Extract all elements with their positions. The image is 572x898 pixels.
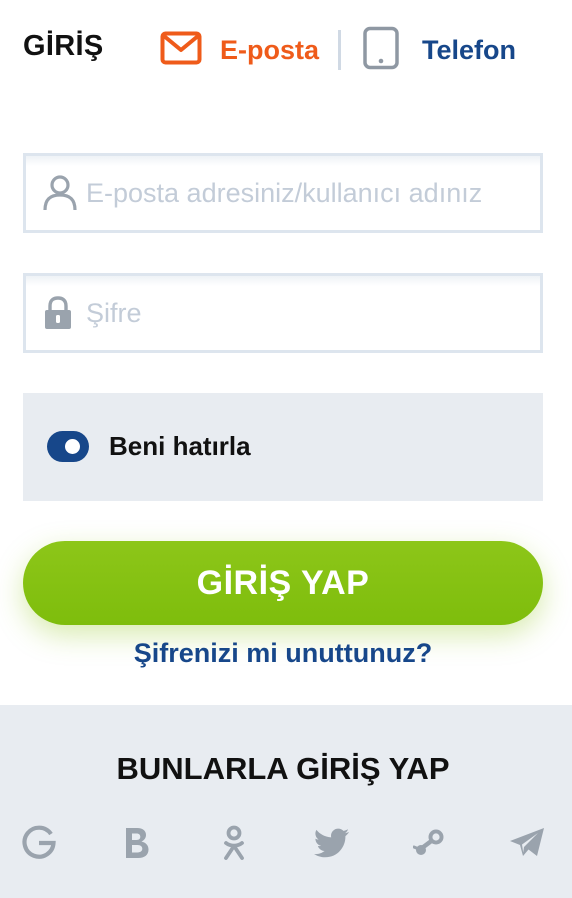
- tab-email[interactable]: E-posta: [160, 28, 319, 72]
- social-login-heading: BUNLARLA GİRİŞ YAP: [116, 751, 450, 786]
- vk-icon[interactable]: [117, 823, 157, 863]
- odnoklassniki-icon[interactable]: [214, 823, 254, 863]
- tab-divider: [338, 30, 341, 70]
- login-header: GİRİŞ E-posta Telefon: [0, 0, 572, 100]
- remember-me-panel: Beni hatırla: [23, 393, 543, 501]
- username-field-box: [23, 153, 543, 233]
- phone-icon: [362, 26, 400, 75]
- tab-phone-label: Telefon: [422, 34, 516, 65]
- remember-me-label[interactable]: Beni hatırla: [109, 431, 251, 462]
- envelope-icon: [160, 31, 202, 70]
- tab-email-label: E-posta: [220, 34, 320, 65]
- toggle-knob: [65, 439, 80, 454]
- google-icon[interactable]: [19, 823, 59, 863]
- username-input[interactable]: [86, 156, 530, 230]
- twitter-icon[interactable]: [312, 823, 352, 863]
- login-button[interactable]: GİRİŞ YAP: [23, 541, 543, 625]
- social-icons-row: [0, 823, 572, 863]
- forgot-password-link[interactable]: Şifrenizi mi unuttunuz?: [0, 638, 566, 669]
- tab-phone[interactable]: Telefon: [362, 26, 516, 75]
- remember-me-toggle[interactable]: [47, 431, 89, 462]
- user-icon: [43, 175, 77, 211]
- telegram-icon[interactable]: [507, 823, 547, 863]
- password-field-box: [23, 273, 543, 353]
- page-title: GİRİŞ: [23, 30, 104, 62]
- lock-icon: [43, 296, 73, 330]
- password-input[interactable]: [86, 276, 530, 350]
- steam-icon[interactable]: [410, 823, 450, 863]
- social-login-panel: BUNLARLA GİRİŞ YAP: [0, 705, 572, 898]
